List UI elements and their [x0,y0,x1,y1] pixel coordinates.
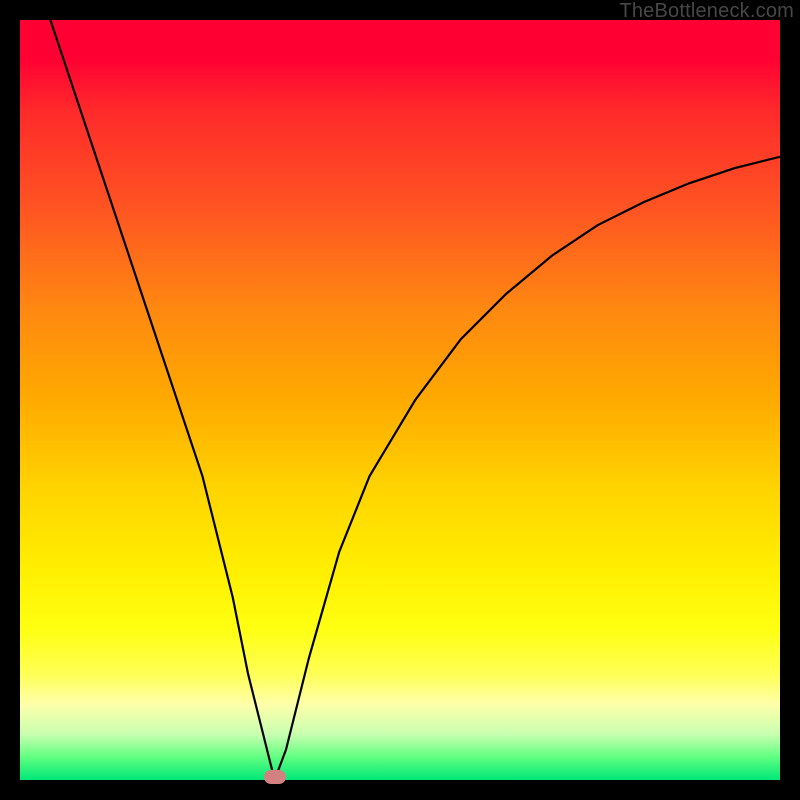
attribution-label: TheBottleneck.com [619,0,794,23]
curve-path [50,20,780,780]
bottleneck-curve [20,20,780,780]
chart-frame: TheBottleneck.com [0,0,800,800]
plot-area [20,20,780,780]
optimal-marker [264,770,286,784]
